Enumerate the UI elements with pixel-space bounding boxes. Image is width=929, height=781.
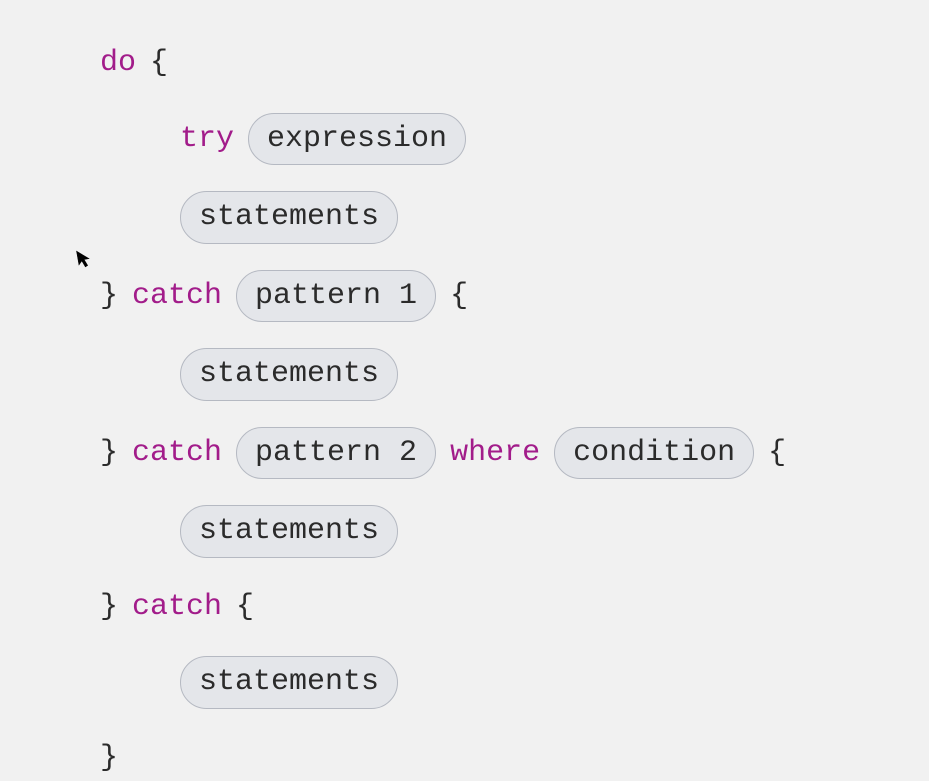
code-line: } catch pattern 2 where condition {	[30, 427, 899, 480]
brace-close: }	[100, 430, 118, 477]
placeholder-statements: statements	[180, 505, 398, 558]
placeholder-pattern: pattern 1	[236, 270, 436, 323]
brace-close: }	[100, 273, 118, 320]
keyword-do: do	[100, 40, 136, 87]
brace-open: {	[450, 273, 468, 320]
keyword-catch: catch	[132, 430, 222, 477]
code-line: statements	[30, 505, 899, 558]
keyword-try: try	[180, 116, 234, 163]
code-line: try expression	[30, 113, 899, 166]
brace-close: }	[100, 584, 118, 631]
placeholder-expression: expression	[248, 113, 466, 166]
brace-open: {	[236, 584, 254, 631]
brace-open: {	[768, 430, 786, 477]
placeholder-statements: statements	[180, 348, 398, 401]
code-syntax-block: do { try expression statements } catch p…	[30, 40, 899, 781]
code-line: do {	[30, 40, 899, 87]
code-line: }	[30, 735, 899, 781]
keyword-where: where	[450, 430, 540, 477]
code-line: statements	[30, 348, 899, 401]
brace-close: }	[100, 735, 118, 781]
code-line: statements	[30, 656, 899, 709]
placeholder-condition: condition	[554, 427, 754, 480]
keyword-catch: catch	[132, 584, 222, 631]
brace-open: {	[150, 40, 168, 87]
code-line: } catch pattern 1 {	[30, 270, 899, 323]
placeholder-statements: statements	[180, 656, 398, 709]
code-line: statements	[30, 191, 899, 244]
placeholder-pattern: pattern 2	[236, 427, 436, 480]
keyword-catch: catch	[132, 273, 222, 320]
code-line: } catch {	[30, 584, 899, 631]
placeholder-statements: statements	[180, 191, 398, 244]
